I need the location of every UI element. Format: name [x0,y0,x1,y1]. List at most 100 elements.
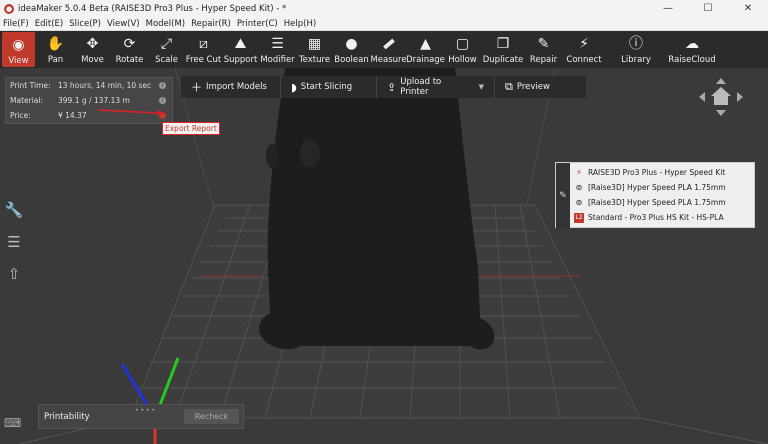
tool-hollow-button[interactable]: ▢ Hollow [444,31,481,68]
rotate-icon: ⟳ [123,36,136,52]
menu-view[interactable]: View(V) [107,19,140,29]
export-report-button[interactable]: Export Report [162,122,220,135]
ruler-icon [380,35,398,53]
tool-label: Repair [529,55,558,65]
tool-label: Boolean [334,55,369,65]
wrench-icon: ✎ [537,36,550,52]
import-models-button[interactable]: ＋ Import Models [181,76,281,98]
recheck-button[interactable]: Recheck [184,409,239,424]
menu-slice[interactable]: Slice(P) [69,19,101,29]
info-icon[interactable]: i [159,82,166,89]
import-label: Import Models [206,82,267,92]
start-slicing-button[interactable]: ◗ Start Slicing [281,76,377,98]
tool-duplicate-button[interactable]: ❐ Duplicate [481,31,525,68]
menu-model[interactable]: Model(M) [146,19,186,29]
close-button[interactable]: ✕ [728,0,768,17]
tool-label: Duplicate [482,55,524,65]
tool-free-cut-button[interactable]: ⧄ Free Cut [185,31,222,68]
tool-label: Modifier [260,55,295,65]
minimize-button[interactable]: — [648,0,688,17]
wrench-icon[interactable]: 🔧 [4,200,24,220]
printability-panel: • • • • Printability Recheck [38,404,244,429]
menu-repair[interactable]: Repair(R) [191,19,231,29]
keyboard-icon[interactable]: ⌨ [4,416,22,430]
filament-icon: ⊚ [575,182,583,192]
tool-rotate-button[interactable]: ⟳ Rotate [111,31,148,68]
tool-label: Measure [370,55,407,65]
menu-file[interactable]: File(F) [3,19,29,29]
tool-raisecloud-button[interactable]: ☁ RaiseCloud [666,31,718,68]
tool-boolean-button[interactable]: ● Boolean [333,31,370,68]
sliders-icon: ☰ [271,36,284,52]
tool-label: Texture [298,55,331,65]
tool-library-button[interactable]: ⓘ Library [614,31,658,68]
info-icon[interactable]: i [159,97,166,104]
scale-icon: ⤢ [160,36,173,52]
tool-texture-button[interactable]: ▦ Texture [296,31,333,68]
print-info-panel: Print Time: 13 hours, 14 min, 10 sec i M… [5,77,173,124]
slice-label: Start Slicing [300,82,353,92]
title-bar: ● ideaMaker 5.0.4 Beta (RAISE3D Pro3 Plu… [0,0,768,17]
print-time-value: 13 hours, 14 min, 10 sec [58,81,152,90]
tool-repair-button[interactable]: ✎ Repair [525,31,562,68]
menu-edit[interactable]: Edit(E) [35,19,63,29]
filament-row[interactable]: ⊚ [Raise3D] Hyper Speed PLA 1.75mm [574,196,726,209]
tool-measure-button[interactable]: Measure [370,31,407,68]
tool-label: Drainage [406,55,445,65]
build-plate-scene [19,68,768,444]
slice-icon: ◗ [291,80,297,94]
tool-label: Hollow [448,55,477,65]
filament-name: [Raise3D] Hyper Speed PLA 1.75mm [588,198,726,207]
main-toolbar: ◉ View ✋ Pan ✥ Move ⟳ Rotate ⤢ Scale ⧄ F… [0,31,768,68]
price-label: Price: [10,111,31,120]
upload-icon: ⇪ [387,80,397,94]
tool-move-button[interactable]: ✥ Move [74,31,111,68]
upload-icon[interactable]: ⇧ [4,264,24,284]
tool-support-button[interactable]: ⛰ Support [222,31,259,68]
tool-pan-button[interactable]: ✋ Pan [37,31,74,68]
tool-view-button[interactable]: ◉ View [2,32,35,67]
drag-handle[interactable]: • • • • [135,407,155,414]
drainage-icon: ▲ [420,36,431,52]
material-row: Material: 399.1 g / 137.13 m [10,96,130,105]
tool-drainage-button[interactable]: ▲ Drainage [406,31,445,68]
texture-icon: ▦ [307,36,322,52]
arrow-left-icon [699,92,705,102]
tool-connect-button[interactable]: ⚡ Connect [562,31,606,68]
tool-modifier-button[interactable]: ☰ Modifier [259,31,296,68]
preview-button[interactable]: ⧉ Preview [495,76,586,98]
upload-label: Upload to Printer [400,77,442,97]
menu-bar: File(F) Edit(E) Slice(P) View(V) Model(M… [0,17,768,31]
menu-printer[interactable]: Printer(C) [237,19,278,29]
hollow-icon: ▢ [455,36,470,52]
cut-icon: ⧄ [199,36,208,52]
upload-to-printer-button[interactable]: ⇪ Upload to Printer ▼ [377,76,495,98]
printer-row[interactable]: ⚡ RAISE3D Pro3 Plus - Hyper Speed Kit [574,166,725,179]
printer-brand-icon: ⚡ [576,167,582,177]
template-badge: L2 [574,212,584,223]
3d-viewport[interactable] [0,68,768,444]
template-row[interactable]: L2 Standard - Pro3 Plus HS Kit - HS-PLA [574,211,724,224]
price-row: Price: ¥ 14.37 [10,111,87,120]
filament-row[interactable]: ⊚ [Raise3D] Hyper Speed PLA 1.75mm [574,181,726,194]
menu-help[interactable]: Help(H) [284,19,316,29]
view-navigation-control[interactable] [697,76,745,118]
edit-profile-tab[interactable]: ✎ [556,163,570,229]
print-time-label: Print Time: [10,81,51,90]
duplicate-icon: ❐ [496,36,510,52]
maximize-button[interactable]: ☐ [688,0,728,17]
chevron-down-icon[interactable]: ▼ [479,83,484,91]
export-menu-icon[interactable] [159,112,166,119]
action-bar: ＋ Import Models ◗ Start Slicing ⇪ Upload… [181,76,586,98]
eye-icon: ◉ [12,37,25,53]
3d-model [259,68,495,350]
list-icon[interactable]: ☰ [4,232,24,252]
tool-label: Pan [47,55,64,65]
printer-profile-panel[interactable]: ✎ ⚡ RAISE3D Pro3 Plus - Hyper Speed Kit … [555,162,755,229]
tool-scale-button[interactable]: ⤢ Scale [148,31,185,68]
boolean-icon: ● [345,36,358,52]
preview-icon: ⧉ [505,80,513,93]
preview-label: Preview [516,82,550,92]
printer-name: RAISE3D Pro3 Plus - Hyper Speed Kit [588,168,726,177]
printability-title: Printability [44,411,90,422]
